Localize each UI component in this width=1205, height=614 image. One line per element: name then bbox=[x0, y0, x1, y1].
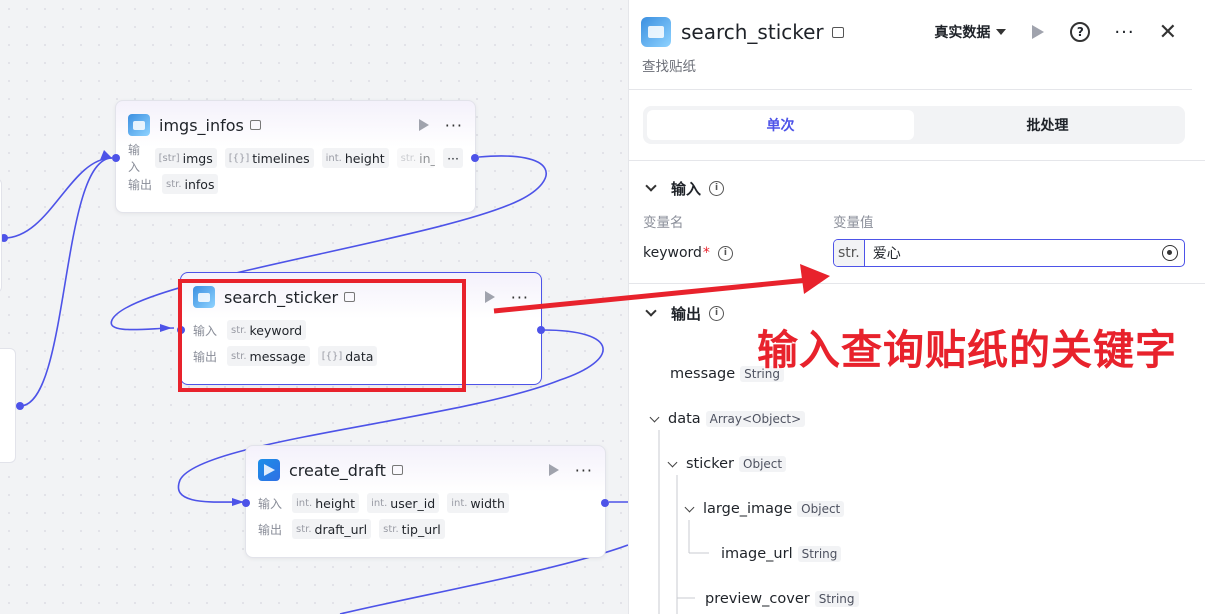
run-icon[interactable] bbox=[548, 464, 559, 476]
keyword-input[interactable]: str. 爱心 bbox=[833, 239, 1185, 267]
param-chip: str. draft_url bbox=[292, 519, 372, 539]
output-item-preview-cover: preview_cover String bbox=[705, 591, 859, 607]
close-icon[interactable]: ✕ bbox=[1159, 20, 1177, 45]
panel-description: 查找贴纸 bbox=[629, 56, 1192, 90]
chevron-down-icon[interactable] bbox=[996, 29, 1007, 35]
node-title: imgs_infos bbox=[159, 115, 244, 135]
data-mode-select[interactable]: 真实数据 bbox=[934, 22, 990, 42]
workflow-canvas[interactable]: imgs_infos ··· 输入 [str] imgs [{}] timeline… bbox=[0, 0, 628, 614]
type-badge: Array<Object> bbox=[705, 411, 806, 427]
output-label: 输出 bbox=[128, 177, 153, 192]
divider bbox=[629, 283, 1205, 284]
output-item-sticker[interactable]: sticker Object bbox=[667, 456, 787, 472]
type-tag: str. bbox=[834, 240, 865, 266]
input-column-headers: 变量名 变量值 bbox=[629, 209, 1205, 233]
store-icon bbox=[831, 26, 844, 38]
tab-single[interactable]: 单次 bbox=[647, 110, 914, 140]
node-test-panel: search_sticker 真实数据 ? ··· ✕ 查找贴纸 单次 批处理 … bbox=[628, 0, 1205, 614]
param-chip: int. user_id bbox=[367, 493, 440, 513]
info-icon[interactable]: i bbox=[709, 305, 725, 321]
param-chip: str. tip_url bbox=[379, 519, 445, 539]
required-mark: * bbox=[702, 245, 710, 261]
output-item-data[interactable]: data Array<Object> bbox=[649, 411, 806, 427]
divider bbox=[629, 160, 1205, 161]
run-icon[interactable] bbox=[484, 291, 495, 303]
param-chip: str. infos bbox=[162, 174, 219, 194]
input-label: 输入 bbox=[128, 143, 141, 174]
output-port[interactable] bbox=[601, 499, 609, 507]
chevron-down-icon[interactable] bbox=[649, 412, 660, 422]
plugin-icon bbox=[128, 114, 150, 136]
highlight-box bbox=[178, 279, 466, 392]
param-chip: str.in_ar bbox=[396, 148, 436, 168]
panel-title: search_sticker bbox=[681, 20, 824, 44]
node-imgs-infos[interactable]: imgs_infos ··· 输入 [str] imgs [{}] timeline… bbox=[112, 100, 479, 213]
type-badge: Object bbox=[797, 501, 845, 517]
annotation-text: 输入查询贴纸的关键字 bbox=[756, 325, 1177, 375]
store-icon bbox=[391, 465, 403, 475]
variable-ref-icon[interactable] bbox=[1162, 245, 1178, 261]
param-chip: [str] imgs bbox=[154, 148, 217, 168]
keyword-label: keyword bbox=[643, 245, 702, 261]
help-icon[interactable]: ? bbox=[1070, 22, 1091, 42]
chevron-down-icon[interactable] bbox=[684, 502, 695, 512]
run-icon[interactable] bbox=[1032, 25, 1045, 39]
tab-batch[interactable]: 批处理 bbox=[914, 110, 1181, 140]
keyword-value[interactable]: 爱心 bbox=[865, 243, 1162, 263]
param-chip: int. width bbox=[447, 493, 509, 513]
more-icon[interactable]: ··· bbox=[445, 116, 463, 135]
col-value-label: 变量值 bbox=[833, 215, 874, 231]
type-badge: String bbox=[797, 546, 842, 562]
node-create-draft[interactable]: create_draft ··· 输入 int. height int. user_… bbox=[242, 445, 609, 558]
draft-app-icon bbox=[258, 459, 280, 481]
output-item-large-image[interactable]: large_image Object bbox=[684, 501, 845, 517]
input-port[interactable] bbox=[242, 499, 250, 507]
param-chip: int. height bbox=[292, 493, 360, 513]
input-port[interactable] bbox=[112, 154, 120, 162]
keyword-row: keyword * i str. 爱心 bbox=[629, 233, 1205, 273]
info-icon[interactable]: i bbox=[709, 180, 725, 196]
chevron-down-icon[interactable] bbox=[645, 180, 657, 192]
chevron-down-icon[interactable] bbox=[645, 305, 657, 317]
col-name-label: 变量名 bbox=[643, 215, 684, 231]
more-icon[interactable]: ··· bbox=[575, 461, 593, 480]
partial-node-left-bottom[interactable] bbox=[0, 348, 16, 463]
input-section-header[interactable]: 输入 i bbox=[629, 173, 1205, 203]
node-title: create_draft bbox=[289, 460, 386, 480]
param-chip: int. height bbox=[321, 148, 389, 168]
output-port[interactable] bbox=[471, 154, 479, 162]
output-item-image-url: image_url String bbox=[721, 546, 842, 562]
more-icon[interactable]: ··· bbox=[511, 288, 529, 307]
output-label: 输出 bbox=[258, 522, 283, 537]
store-icon bbox=[249, 120, 261, 130]
type-badge: Object bbox=[739, 456, 787, 472]
more-icon[interactable]: ··· bbox=[1114, 22, 1134, 43]
run-icon[interactable] bbox=[418, 119, 429, 131]
input-label: 输入 bbox=[258, 496, 283, 511]
run-mode-tabs: 单次 批处理 bbox=[643, 106, 1185, 144]
type-badge: String bbox=[814, 591, 859, 607]
more-params-icon[interactable]: ··· bbox=[443, 148, 463, 168]
output-port[interactable] bbox=[537, 326, 545, 334]
chevron-down-icon[interactable] bbox=[667, 457, 678, 467]
plugin-icon bbox=[641, 17, 671, 47]
partial-node-left-top[interactable] bbox=[0, 178, 2, 293]
param-chip: [{}] timelines bbox=[224, 148, 314, 168]
info-icon[interactable]: i bbox=[717, 245, 733, 261]
